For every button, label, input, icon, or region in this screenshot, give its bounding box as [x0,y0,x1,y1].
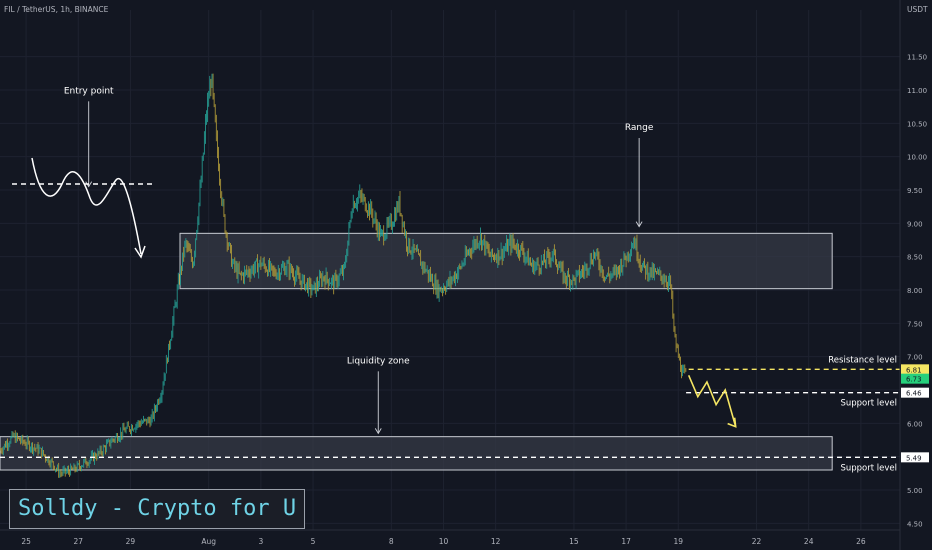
x-tick-label: 24 [804,537,814,546]
x-tick-label: 12 [491,537,501,546]
x-tick-label: 27 [73,537,83,546]
price-axis[interactable]: 4.505.005.506.006.507.007.508.008.509.00… [899,0,927,550]
brand-watermark: Solldy - Crypto for U [9,489,306,529]
y-tick-label: 11.50 [907,54,927,62]
price-tag-text: 6.81 [906,366,922,374]
currency-label: USDT [907,5,928,14]
symbol-header: FIL / TetherUS, 1h, BINANCE [4,5,109,14]
x-tick-label: 15 [569,537,579,546]
x-tick-label: 25 [21,537,31,546]
y-tick-label: 5.00 [907,487,923,495]
y-tick-label: 6.00 [907,420,923,428]
entry-sketch [12,157,155,259]
price-tags: 6.81 6.46 5.49 6.73 [901,364,929,463]
x-tick-label: 19 [673,537,683,546]
x-tick-label: 29 [126,537,136,546]
y-tick-label: 7.50 [907,320,923,328]
level-label: Support level [840,399,897,409]
x-tick-label: 8 [389,537,394,546]
x-tick-label: 3 [258,537,263,546]
y-tick-label: 7.00 [907,354,923,362]
x-tick-label: 10 [439,537,449,546]
y-tick-label: 9.00 [907,220,923,228]
price-tag-text: 6.46 [906,390,922,398]
y-tick-label: 11.00 [907,87,927,95]
projection-line [687,375,737,427]
x-tick-label: Aug [201,537,216,546]
price-chart[interactable]: Resistance level Support level Support lev… [0,0,932,550]
y-tick-label: 9.50 [907,187,923,195]
y-tick-label: 8.50 [907,254,923,262]
projection-path [687,375,737,428]
y-tick-label: 10.50 [907,120,927,128]
annotation-label: Range [625,123,654,133]
y-tick-label: 8.00 [907,287,923,295]
x-tick-label: 17 [621,537,631,546]
level-label: Support level [840,463,897,473]
time-axis[interactable]: 25 27 29 Aug 3 5 8 10 12 15 17 19 22 24 26 [0,529,900,546]
y-tick-label: 4.50 [907,520,923,528]
price-tag-text: 5.49 [906,454,922,462]
last-price-text: 6.73 [906,376,922,384]
y-tick-label: 10.00 [907,154,927,162]
annotation-label: Entry point [64,86,114,96]
zone-rect [0,436,833,471]
x-tick-label: 22 [752,537,762,546]
entry-curve [31,157,142,255]
zone-rect [179,232,833,290]
x-tick-label: 5 [311,537,316,546]
x-tick-label: 26 [856,537,866,546]
level-label: Resistance level [828,355,897,365]
chart-zones [0,232,833,471]
annotation-label: Liquidity zone [347,356,410,366]
